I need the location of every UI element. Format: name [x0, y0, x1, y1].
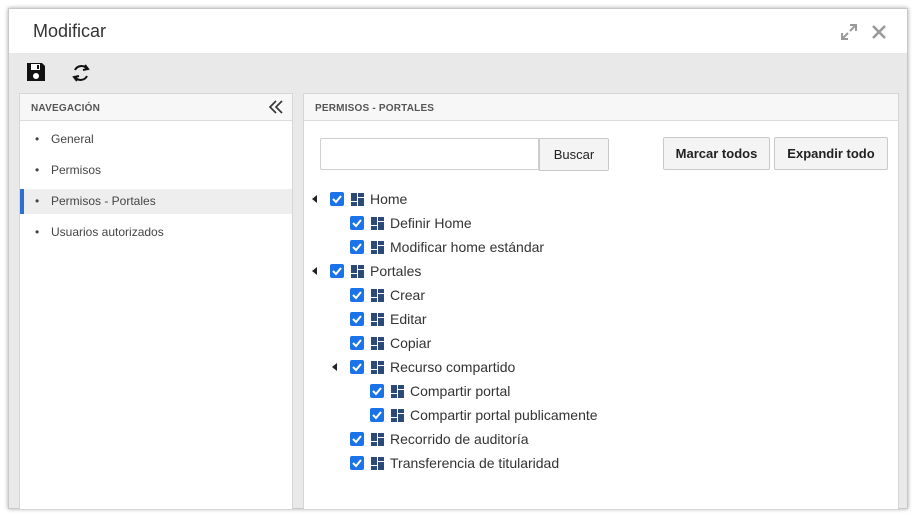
- dialog-title: Modificar: [33, 21, 107, 41]
- node-checkbox[interactable]: [350, 456, 364, 470]
- permissions-header: PERMISOS - PORTALES: [304, 94, 898, 121]
- portal-grid-icon: [371, 337, 384, 350]
- search-input[interactable]: [320, 138, 539, 170]
- mark-all-button[interactable]: Marcar todos: [663, 137, 770, 170]
- nav-item-general[interactable]: • General: [20, 127, 292, 152]
- node-checkbox[interactable]: [350, 336, 364, 350]
- tree-node: Compartir portal: [304, 382, 864, 402]
- close-icon[interactable]: [869, 22, 889, 42]
- node-checkbox[interactable]: [350, 312, 364, 326]
- navigation-header-label: NAVEGACIÓN: [31, 103, 101, 114]
- tree-node: Recurso compartido: [304, 358, 864, 378]
- tree-node: Recorrido de auditoría: [304, 430, 864, 450]
- search-button[interactable]: Buscar: [539, 138, 609, 171]
- portal-grid-icon: [371, 289, 384, 302]
- node-checkbox[interactable]: [350, 216, 364, 230]
- portal-grid-icon: [351, 193, 364, 206]
- bullet: •: [35, 163, 40, 177]
- node-checkbox[interactable]: [350, 360, 364, 374]
- portal-grid-icon: [371, 313, 384, 326]
- tree-node-label[interactable]: Portales: [370, 263, 421, 279]
- expand-all-button[interactable]: Expandir todo: [774, 137, 888, 170]
- nav-item-permisos-portales[interactable]: • Permisos - Portales: [20, 189, 292, 214]
- dialog-titlebar: Modificar: [9, 9, 907, 53]
- tree-node-label[interactable]: Copiar: [390, 335, 431, 351]
- tree-node: Modificar home estándar: [304, 238, 864, 258]
- portal-grid-icon: [391, 409, 404, 422]
- permissions-panel: PERMISOS - PORTALES Buscar Marcar todos …: [303, 93, 899, 510]
- tree-node-label[interactable]: Compartir portal: [410, 383, 510, 399]
- toolbar: [9, 53, 907, 93]
- collapse-arrow-icon[interactable]: [312, 195, 317, 203]
- bullet: •: [35, 194, 40, 208]
- navigation-header: NAVEGACIÓN: [20, 94, 292, 121]
- tree-node-label[interactable]: Crear: [390, 287, 425, 303]
- navigation-panel: NAVEGACIÓN • General • Permisos • Permis…: [19, 93, 293, 510]
- tree-node: Compartir portal publicamente: [304, 406, 864, 426]
- portal-grid-icon: [371, 217, 384, 230]
- tree-node-label[interactable]: Recorrido de auditoría: [390, 431, 529, 447]
- tree-node: Crear: [304, 286, 864, 306]
- collapse-arrow-icon[interactable]: [332, 363, 337, 371]
- tree-node: Portales: [304, 262, 864, 282]
- tree-node-label[interactable]: Home: [370, 191, 407, 207]
- tree-node-label[interactable]: Definir Home: [390, 215, 472, 231]
- nav-item-label: Usuarios autorizados: [51, 225, 164, 239]
- portal-grid-icon: [371, 361, 384, 374]
- portal-grid-icon: [371, 241, 384, 254]
- modify-dialog: Modificar NAVEGACIÓN • General • Permiso…: [8, 8, 908, 510]
- maximize-icon[interactable]: [839, 22, 859, 42]
- node-checkbox[interactable]: [330, 264, 344, 278]
- node-checkbox[interactable]: [330, 192, 344, 206]
- tree-node-label[interactable]: Compartir portal publicamente: [410, 407, 598, 423]
- refresh-icon[interactable]: [69, 61, 93, 85]
- nav-item-label: General: [51, 132, 94, 146]
- tree-node: Home: [304, 190, 864, 210]
- portal-grid-icon: [371, 433, 384, 446]
- node-checkbox[interactable]: [370, 384, 384, 398]
- navigation-list: • General • Permisos • Permisos - Portal…: [20, 127, 292, 245]
- tree-node: Editar: [304, 310, 864, 330]
- tree-node: Copiar: [304, 334, 864, 354]
- collapse-arrow-icon[interactable]: [312, 267, 317, 275]
- tree-node-label[interactable]: Editar: [390, 311, 427, 327]
- portal-grid-icon: [351, 265, 364, 278]
- node-checkbox[interactable]: [350, 240, 364, 254]
- save-icon[interactable]: [25, 61, 49, 85]
- portal-grid-icon: [391, 385, 404, 398]
- nav-item-label: Permisos: [51, 163, 102, 177]
- node-checkbox[interactable]: [370, 408, 384, 422]
- permissions-header-label: PERMISOS - PORTALES: [315, 103, 435, 114]
- bullet: •: [35, 225, 40, 239]
- node-checkbox[interactable]: [350, 432, 364, 446]
- double-chevron-left-icon[interactable]: [267, 98, 285, 116]
- tree-node: Transferencia de titularidad: [304, 454, 864, 474]
- tree-node: Definir Home: [304, 214, 864, 234]
- bullet: •: [35, 132, 40, 146]
- tree-node-label[interactable]: Modificar home estándar: [390, 239, 544, 255]
- nav-item-label: Permisos - Portales: [51, 194, 156, 208]
- portal-grid-icon: [371, 457, 384, 470]
- nav-item-permisos[interactable]: • Permisos: [20, 158, 292, 183]
- tree-node-label[interactable]: Transferencia de titularidad: [390, 455, 559, 471]
- nav-item-usuarios-autorizados[interactable]: • Usuarios autorizados: [20, 220, 292, 245]
- node-checkbox[interactable]: [350, 288, 364, 302]
- tree-node-label[interactable]: Recurso compartido: [390, 359, 515, 375]
